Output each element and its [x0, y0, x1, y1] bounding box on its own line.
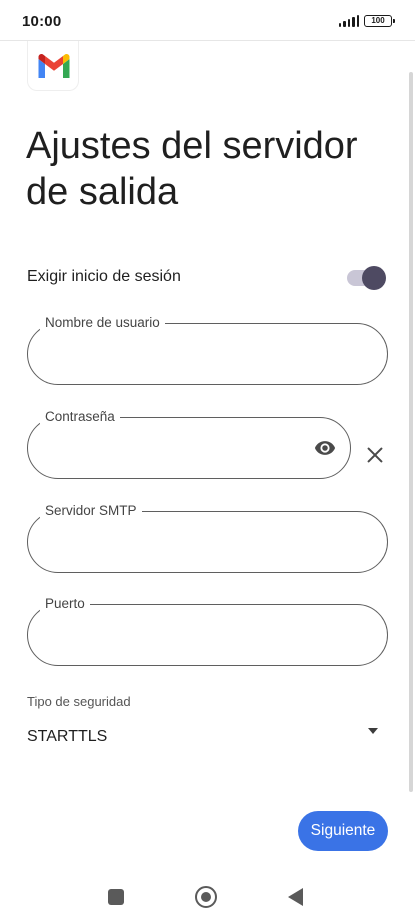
password-label: Contraseña — [40, 408, 120, 426]
page-title: Ajustes del servidor de salida — [26, 125, 358, 213]
gmail-m-icon — [38, 54, 70, 78]
navigation-bar — [0, 872, 415, 923]
battery-icon: 100 — [364, 15, 395, 27]
scrollbar[interactable] — [409, 72, 413, 792]
require-login-toggle[interactable] — [347, 266, 387, 290]
smtp-server-label: Servidor SMTP — [40, 502, 142, 520]
status-bar: 10:00 100 — [0, 0, 415, 41]
battery-level: 100 — [371, 16, 385, 25]
username-field[interactable]: Nombre de usuario — [27, 314, 388, 385]
security-type-value: STARTTLS — [27, 728, 108, 745]
password-field[interactable]: Contraseña — [27, 408, 351, 479]
dropdown-arrow-icon — [368, 728, 378, 734]
back-icon[interactable] — [288, 888, 303, 906]
signal-icon — [339, 15, 360, 27]
security-type-select[interactable]: STARTTLS — [27, 722, 383, 752]
close-icon[interactable] — [364, 444, 386, 466]
security-type-label: Tipo de seguridad — [27, 694, 131, 709]
require-login-label: Exigir inicio de sesión — [27, 268, 181, 285]
port-label: Puerto — [40, 595, 90, 613]
toggle-thumb — [362, 266, 386, 290]
status-time: 10:00 — [22, 13, 62, 30]
next-button[interactable]: Siguiente — [298, 811, 388, 851]
eye-icon[interactable] — [312, 437, 338, 459]
home-icon[interactable] — [195, 886, 217, 908]
username-label: Nombre de usuario — [40, 314, 165, 332]
smtp-server-field[interactable]: Servidor SMTP — [27, 502, 388, 573]
port-field[interactable]: Puerto — [27, 595, 388, 666]
recents-icon[interactable] — [108, 889, 124, 905]
gmail-logo — [27, 41, 79, 91]
